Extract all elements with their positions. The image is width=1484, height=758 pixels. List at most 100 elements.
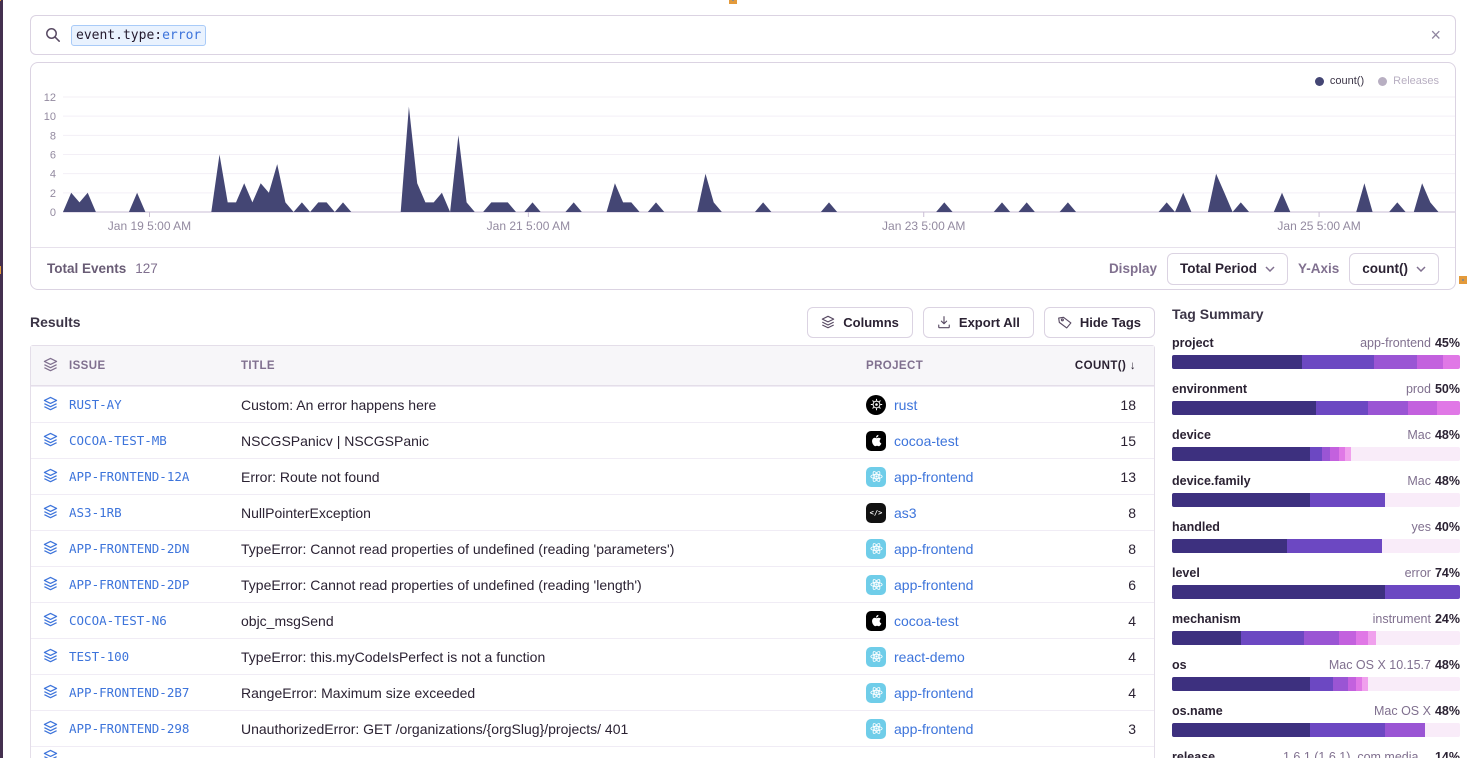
tag-distribution-bar[interactable]: [1172, 585, 1460, 599]
column-header-count-sorted[interactable]: COUNT() ↓: [1066, 360, 1154, 372]
tag-bar-segment: [1333, 677, 1347, 691]
count-value: 4: [1066, 685, 1154, 701]
selection-handle-left-middle[interactable]: [0, 266, 1, 274]
stack-icon: [43, 648, 58, 666]
issue-stack-icon[interactable]: [31, 576, 69, 594]
issue-stack-icon[interactable]: [31, 504, 69, 522]
events-area-chart[interactable]: 024681012Jan 19 5:00 AMJan 21 5:00 AMJan…: [31, 63, 1455, 247]
column-header-title[interactable]: TITLE: [241, 360, 866, 372]
issue-stack-icon[interactable]: [31, 432, 69, 450]
chevron-down-icon: [1416, 266, 1426, 272]
tag-bar-segment: [1172, 493, 1310, 507]
tag-top-percent: 48%: [1435, 428, 1460, 442]
tag-bar-remainder: [1376, 631, 1460, 645]
project-link[interactable]: rust: [866, 395, 1066, 415]
tag-distribution-bar[interactable]: [1172, 631, 1460, 645]
tag-bar-segment: [1368, 631, 1377, 645]
issue-stack-icon[interactable]: [31, 612, 69, 630]
issue-link[interactable]: COCOA-TEST-N6: [69, 613, 241, 628]
issue-stack-icon[interactable]: [31, 747, 69, 758]
selection-edge-line: [0, 0, 3, 758]
column-header-issue[interactable]: ISSUE: [69, 360, 241, 372]
tag-bar-segment: [1356, 631, 1368, 645]
column-header-project[interactable]: PROJECT: [866, 360, 1066, 372]
issue-link[interactable]: APP-FRONTEND-2DP: [69, 577, 241, 592]
issue-stack-icon[interactable]: [31, 468, 69, 486]
issue-stack-icon[interactable]: [31, 720, 69, 738]
issue-stack-icon[interactable]: [31, 540, 69, 558]
project-link[interactable]: cocoa-test: [866, 431, 1066, 451]
tag-top-value: prod50%: [1406, 382, 1460, 396]
display-dropdown[interactable]: Total Period: [1167, 253, 1288, 285]
issue-link[interactable]: APP-FRONTEND-12A: [69, 469, 241, 484]
tag-distribution-bar[interactable]: [1172, 401, 1460, 415]
project-link[interactable]: react-demo: [866, 647, 1066, 667]
chevron-down-icon: [1265, 266, 1275, 272]
tag-name: handled: [1172, 520, 1220, 534]
project-link[interactable]: app-frontend: [866, 539, 1066, 559]
issue-stack-icon[interactable]: [31, 648, 69, 666]
project-link[interactable]: app-frontend: [866, 683, 1066, 703]
tag-top-percent: 48%: [1435, 474, 1460, 488]
count-value: 6: [1066, 577, 1154, 593]
issue-link[interactable]: COCOA-TEST-MB: [69, 433, 241, 448]
tag-summary-item: projectapp-frontend45%: [1172, 336, 1460, 369]
issue-title: Custom: An error happens here: [241, 397, 866, 413]
project-react-icon: [866, 647, 886, 667]
tag-distribution-bar[interactable]: [1172, 447, 1460, 461]
tag-icon: [1058, 315, 1072, 329]
tag-bar-segment: [1322, 447, 1331, 461]
issue-title: TypeError: this.myCodeIsPerfect is not a…: [241, 649, 866, 665]
project-link[interactable]: app-frontend: [866, 719, 1066, 739]
hide-tags-button-label: Hide Tags: [1080, 315, 1141, 330]
stack-icon: [43, 357, 58, 375]
close-icon[interactable]: ×: [1430, 26, 1441, 44]
tag-distribution-bar[interactable]: [1172, 539, 1460, 553]
tag-distribution-bar[interactable]: [1172, 355, 1460, 369]
issue-stack-icon[interactable]: [31, 396, 69, 414]
yaxis-dropdown-value: count(): [1362, 261, 1408, 276]
tag-top-value: instrument24%: [1373, 612, 1460, 626]
project-link[interactable]: app-frontend: [866, 467, 1066, 487]
selection-handle-top-left[interactable]: [0, 0, 1, 1]
selection-handle-right-middle[interactable]: [1459, 276, 1467, 284]
project-code-icon: </>: [866, 503, 886, 523]
tag-top-percent: 45%: [1435, 336, 1460, 350]
issue-title: objc_msgSend: [241, 613, 866, 629]
tag-bar-segment: [1310, 677, 1333, 691]
issue-stack-icon[interactable]: [31, 684, 69, 702]
project-link[interactable]: cocoa-test: [866, 611, 1066, 631]
yaxis-dropdown[interactable]: count(): [1349, 253, 1439, 285]
tag-name: level: [1172, 566, 1200, 580]
tag-distribution-bar[interactable]: [1172, 677, 1460, 691]
selection-handle-top-center[interactable]: [729, 0, 737, 4]
export-all-button[interactable]: Export All: [923, 307, 1034, 338]
issue-link[interactable]: APP-FRONTEND-2DN: [69, 541, 241, 556]
project-react-icon: [866, 683, 886, 703]
hide-tags-button[interactable]: Hide Tags: [1044, 307, 1155, 338]
project-react-icon: [866, 539, 886, 559]
columns-button-label: Columns: [843, 315, 899, 330]
search-query-key: event.type:: [76, 28, 162, 43]
issue-link[interactable]: AS3-1RB: [69, 505, 241, 520]
issue-link[interactable]: RUST-AY: [69, 397, 241, 412]
tag-top-value: app-frontend45%: [1360, 336, 1460, 350]
issue-link[interactable]: APP-FRONTEND-2B7: [69, 685, 241, 700]
project-link[interactable]: </>as3: [866, 503, 1066, 523]
search-query-token[interactable]: event.type:error: [71, 25, 206, 46]
issue-title: RangeError: Maximum size exceeded: [241, 685, 866, 701]
search-bar[interactable]: event.type:error ×: [30, 15, 1456, 55]
tag-distribution-bar[interactable]: [1172, 723, 1460, 737]
project-react-icon: [866, 575, 886, 595]
count-value: 4: [1066, 649, 1154, 665]
issue-link[interactable]: APP-FRONTEND-298: [69, 721, 241, 736]
project-link[interactable]: app-frontend: [866, 575, 1066, 595]
table-row: APP-FRONTEND-298UnauthorizedError: GET /…: [31, 710, 1154, 746]
issue-link[interactable]: TEST-100: [69, 649, 241, 664]
tag-top-value: error74%: [1405, 566, 1460, 580]
tag-distribution-bar[interactable]: [1172, 493, 1460, 507]
columns-button[interactable]: Columns: [807, 307, 913, 338]
tag-bar-remainder: [1385, 493, 1460, 507]
tag-summary-item: level error74%: [1172, 566, 1460, 599]
total-events-label: Total Events: [47, 261, 126, 276]
